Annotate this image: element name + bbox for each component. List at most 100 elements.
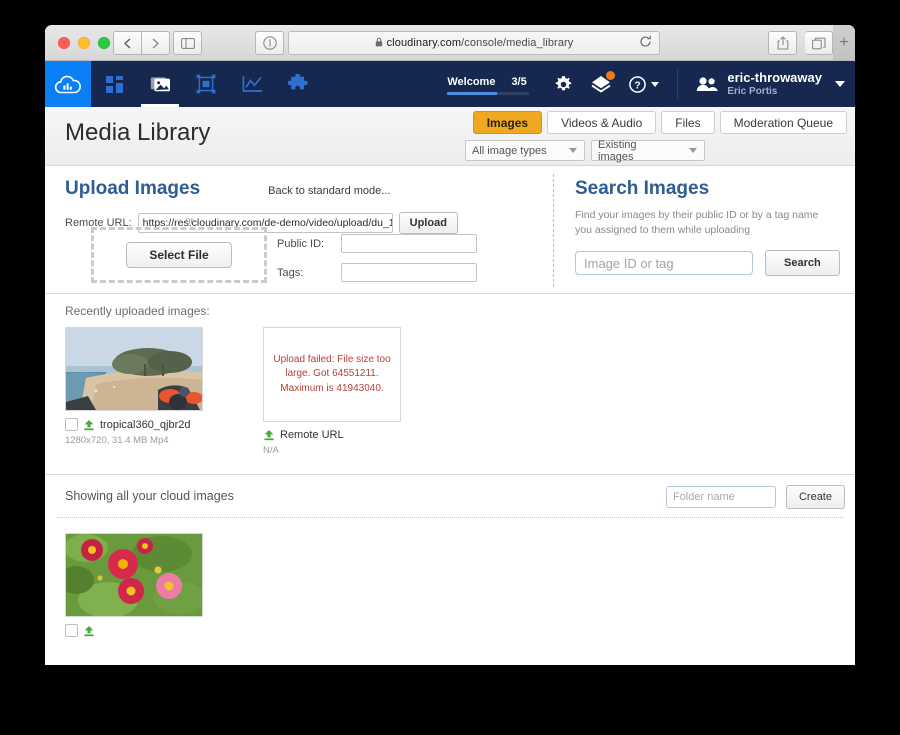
upload-images-title: Upload Images [65, 178, 201, 199]
select-file-button[interactable]: Select File [126, 242, 232, 268]
image-type-select[interactable]: All image types [465, 140, 585, 161]
tropical-beach-thumbnail-image [66, 328, 202, 410]
flowers-thumbnail-image [66, 534, 202, 616]
cloud-asset-thumbnail[interactable] [65, 533, 203, 617]
nav-item-addons[interactable] [275, 61, 321, 107]
transformation-icon [196, 74, 216, 94]
chevron-left-icon [124, 37, 131, 49]
share-icon [777, 36, 788, 50]
section-divider [57, 517, 843, 518]
reload-icon [640, 35, 651, 47]
gear-icon [556, 75, 572, 90]
welcome-progress-bar [447, 91, 530, 95]
chevron-down-icon [689, 148, 697, 153]
cloud-images-section: Showing all your cloud images Folder nam… [45, 475, 855, 637]
search-images-pane: Search Images Find your images by their … [575, 178, 845, 277]
new-tab-button[interactable]: + [833, 25, 855, 60]
share-button[interactable] [768, 31, 797, 55]
asset-name[interactable]: tropical360_qjbr2d [100, 419, 191, 431]
browser-window: cloudinary.com/console/media_library + W… [45, 25, 855, 665]
cloudinary-logo[interactable] [45, 61, 91, 107]
tab-files[interactable]: Files [661, 111, 715, 134]
create-folder-button[interactable]: Create [785, 485, 845, 509]
upload-button[interactable]: Upload [398, 212, 458, 234]
analytics-chart-icon [242, 76, 262, 92]
nav-divider [677, 69, 679, 99]
upload-arrow-icon [84, 625, 94, 636]
folder-controls: Folder name Create [665, 485, 845, 509]
or-label: or [185, 216, 194, 227]
upload-search-panel: Upload Images Back to standard mode... R… [45, 166, 855, 294]
account-username: Eric Portis [727, 85, 778, 97]
navigation-buttons [113, 31, 170, 55]
people-icon [697, 77, 719, 91]
tags-label: Tags: [277, 266, 304, 279]
tab-videos-audio[interactable]: Videos & Audio [547, 111, 657, 134]
address-bar[interactable]: cloudinary.com/console/media_library [288, 31, 660, 55]
account-menu[interactable]: eric-throwaway Eric Portis [727, 70, 845, 99]
upload-metadata-fields: Public ID: Tags: [277, 234, 477, 292]
search-description: Find your images by their public ID or b… [575, 209, 819, 237]
image-state-select[interactable]: Existing images [591, 138, 705, 163]
image-type-select-value: All image types [472, 144, 547, 157]
tab-moderation-queue[interactable]: Moderation Queue [719, 111, 847, 134]
search-button[interactable]: Search [765, 250, 840, 277]
tags-input[interactable] [341, 263, 477, 282]
toolbar-right-buttons [768, 31, 833, 55]
forward-button[interactable] [142, 31, 170, 55]
nav-item-transformations[interactable] [183, 61, 229, 107]
tab-images[interactable]: Images [472, 111, 543, 134]
search-images-title: Search Images [575, 178, 710, 199]
asset-thumbnail[interactable] [65, 327, 203, 411]
upload-error-message: Upload failed: File size too large. Got … [273, 353, 391, 394]
panel-divider [553, 174, 554, 287]
back-to-standard-mode-link[interactable]: Back to standard mode... [268, 185, 390, 197]
help-question-icon: ? [629, 75, 647, 93]
asset-meta: 1280x720, 31.4 MB Mp4 [65, 435, 169, 446]
recent-asset-grid: tropical360_qjbr2d 1280x720, 31.4 MB Mp4… [65, 327, 403, 456]
reload-button[interactable] [639, 35, 652, 51]
asset-select-checkbox[interactable] [65, 624, 78, 637]
asset-select-checkbox[interactable] [65, 418, 78, 431]
public-id-input[interactable] [341, 234, 477, 253]
asset-name: Remote URL [280, 429, 344, 441]
filters-row: All image types Existing images [465, 138, 705, 163]
screenshot-root: cloudinary.com/console/media_library + W… [0, 0, 900, 735]
back-button[interactable] [113, 31, 142, 55]
close-window-button[interactable] [58, 37, 70, 49]
settings-button[interactable] [554, 75, 573, 94]
welcome-progress-widget[interactable]: Welcome 3/5 [447, 74, 530, 95]
recently-uploaded-label: Recently uploaded images: [65, 304, 210, 318]
inbox-button[interactable] [591, 71, 616, 93]
nav-item-reports[interactable] [229, 61, 275, 107]
file-dropzone[interactable]: Select File [91, 227, 267, 283]
show-sidebar-button[interactable] [173, 31, 202, 55]
help-button[interactable]: ? [629, 75, 660, 93]
cloud-images-title: Showing all your cloud images [65, 489, 234, 503]
maximize-window-button[interactable] [98, 37, 110, 49]
nav-item-dashboard[interactable] [91, 61, 137, 107]
upload-images-pane: Upload Images Back to standard mode... R… [65, 178, 545, 234]
chevron-down-icon [651, 81, 660, 87]
page-title: Media Library [65, 119, 211, 146]
tab-overview-button[interactable] [805, 31, 833, 55]
image-state-select-value: Existing images [598, 138, 637, 163]
site-info-button[interactable] [255, 31, 284, 55]
reader-info-icon [262, 36, 277, 50]
url-host: cloudinary.com [386, 36, 462, 49]
chevron-right-icon [152, 37, 159, 49]
search-input[interactable]: Image ID or tag [575, 251, 753, 276]
nav-item-media-library[interactable] [137, 61, 183, 107]
dashboard-grid-icon [105, 75, 123, 93]
minimize-window-button[interactable] [78, 37, 90, 49]
window-controls [58, 37, 110, 49]
folder-name-input[interactable]: Folder name [665, 486, 776, 508]
app-nav-right: Welcome 3/5 ? eric-throwaway Eric Portis [447, 61, 855, 107]
account-name: eric-throwaway [727, 69, 822, 85]
cloudinary-cloud-logo [54, 75, 81, 94]
team-button[interactable] [696, 76, 719, 92]
chevron-down-icon [569, 148, 577, 153]
cloud-asset-grid [65, 533, 203, 637]
lock-icon [375, 37, 383, 50]
url-path: /console/media_library [461, 36, 574, 49]
